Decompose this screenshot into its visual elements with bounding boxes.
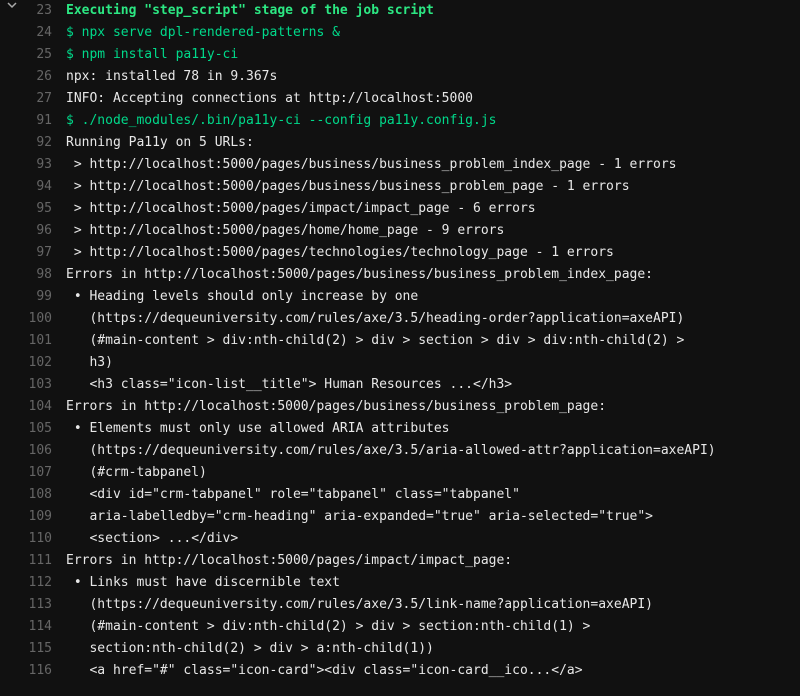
log-line: 113 (https://dequeuniversity.com/rules/a…	[0, 594, 800, 616]
line-content: > http://localhost:5000/pages/home/home_…	[66, 220, 800, 242]
line-number: 107	[24, 462, 66, 484]
line-number: 96	[24, 220, 66, 242]
line-number: 109	[24, 506, 66, 528]
line-content: > http://localhost:5000/pages/business/b…	[66, 154, 800, 176]
line-number: 113	[24, 594, 66, 616]
line-content: Running Pa11y on 5 URLs:	[66, 132, 800, 154]
line-number: 114	[24, 616, 66, 638]
log-line: 105 • Elements must only use allowed ARI…	[0, 418, 800, 440]
log-line: 116 <a href="#" class="icon-card"><div c…	[0, 660, 800, 682]
line-content: > http://localhost:5000/pages/technologi…	[66, 242, 800, 264]
line-number: 105	[24, 418, 66, 440]
log-line: 115 section:nth-child(2) > div > a:nth-c…	[0, 638, 800, 660]
line-content: • Elements must only use allowed ARIA at…	[66, 418, 800, 440]
line-content: (https://dequeuniversity.com/rules/axe/3…	[66, 440, 800, 462]
chevron-down-icon[interactable]	[0, 0, 24, 10]
log-line: 110 <section> ...</div>	[0, 528, 800, 550]
line-number: 116	[24, 660, 66, 682]
line-content: h3)	[66, 352, 800, 374]
log-line: 108 <div id="crm-tabpanel" role="tabpane…	[0, 484, 800, 506]
line-number: 115	[24, 638, 66, 660]
line-content: Errors in http://localhost:5000/pages/bu…	[66, 264, 800, 286]
line-number: 26	[24, 66, 66, 88]
log-line: 100 (https://dequeuniversity.com/rules/a…	[0, 308, 800, 330]
line-content: <div id="crm-tabpanel" role="tabpanel" c…	[66, 484, 800, 506]
line-number: 103	[24, 374, 66, 396]
line-content: npx: installed 78 in 9.367s	[66, 66, 800, 88]
line-content: • Heading levels should only increase by…	[66, 286, 800, 308]
log-line: 94 > http://localhost:5000/pages/busines…	[0, 176, 800, 198]
log-line: 91$ ./node_modules/.bin/pa11y-ci --confi…	[0, 110, 800, 132]
line-content: > http://localhost:5000/pages/business/b…	[66, 176, 800, 198]
log-line: 92Running Pa11y on 5 URLs:	[0, 132, 800, 154]
log-line: 24$ npx serve dpl-rendered-patterns &	[0, 22, 800, 44]
log-output[interactable]: 23Executing "step_script" stage of the j…	[0, 0, 800, 682]
line-content: Errors in http://localhost:5000/pages/bu…	[66, 396, 800, 418]
line-content: INFO: Accepting connections at http://lo…	[66, 88, 800, 110]
line-content: (https://dequeuniversity.com/rules/axe/3…	[66, 594, 800, 616]
line-number: 23	[24, 0, 66, 22]
log-line: 107 (#crm-tabpanel)	[0, 462, 800, 484]
line-content: <h3 class="icon-list__title"> Human Reso…	[66, 374, 800, 396]
line-number: 94	[24, 176, 66, 198]
line-content: Executing "step_script" stage of the job…	[66, 0, 800, 22]
log-line: 102 h3)	[0, 352, 800, 374]
log-line: 112 • Links must have discernible text	[0, 572, 800, 594]
line-number: 25	[24, 44, 66, 66]
line-content: aria-labelledby="crm-heading" aria-expan…	[66, 506, 800, 528]
line-number: 91	[24, 110, 66, 132]
log-line: 101 (#main-content > div:nth-child(2) > …	[0, 330, 800, 352]
log-line: 96 > http://localhost:5000/pages/home/ho…	[0, 220, 800, 242]
log-line: 106 (https://dequeuniversity.com/rules/a…	[0, 440, 800, 462]
line-content: $ npx serve dpl-rendered-patterns &	[66, 22, 800, 44]
log-line: 23Executing "step_script" stage of the j…	[0, 0, 800, 22]
line-number: 111	[24, 550, 66, 572]
line-number: 100	[24, 308, 66, 330]
log-line: 99 • Heading levels should only increase…	[0, 286, 800, 308]
line-number: 27	[24, 88, 66, 110]
log-line: 104Errors in http://localhost:5000/pages…	[0, 396, 800, 418]
line-number: 108	[24, 484, 66, 506]
log-line: 25$ npm install pa11y-ci	[0, 44, 800, 66]
log-line: 103 <h3 class="icon-list__title"> Human …	[0, 374, 800, 396]
line-number: 110	[24, 528, 66, 550]
line-number: 98	[24, 264, 66, 286]
line-content: (#main-content > div:nth-child(2) > div …	[66, 330, 800, 352]
log-line: 114 (#main-content > div:nth-child(2) > …	[0, 616, 800, 638]
line-content: section:nth-child(2) > div > a:nth-child…	[66, 638, 800, 660]
log-line: 93 > http://localhost:5000/pages/busines…	[0, 154, 800, 176]
line-number: 93	[24, 154, 66, 176]
line-content: (https://dequeuniversity.com/rules/axe/3…	[66, 308, 800, 330]
log-line: 26npx: installed 78 in 9.367s	[0, 66, 800, 88]
line-number: 106	[24, 440, 66, 462]
line-number: 95	[24, 198, 66, 220]
line-content: Errors in http://localhost:5000/pages/im…	[66, 550, 800, 572]
line-content: $ npm install pa11y-ci	[66, 44, 800, 66]
line-content: (#crm-tabpanel)	[66, 462, 800, 484]
line-content: > http://localhost:5000/pages/impact/imp…	[66, 198, 800, 220]
line-number: 99	[24, 286, 66, 308]
line-number: 24	[24, 22, 66, 44]
line-number: 92	[24, 132, 66, 154]
log-line: 95 > http://localhost:5000/pages/impact/…	[0, 198, 800, 220]
line-content: <a href="#" class="icon-card"><div class…	[66, 660, 800, 682]
line-number: 104	[24, 396, 66, 418]
line-content: (#main-content > div:nth-child(2) > div …	[66, 616, 800, 638]
log-line: 27INFO: Accepting connections at http://…	[0, 88, 800, 110]
line-number: 97	[24, 242, 66, 264]
log-line: 97 > http://localhost:5000/pages/technol…	[0, 242, 800, 264]
line-number: 112	[24, 572, 66, 594]
line-number: 101	[24, 330, 66, 352]
line-content: <section> ...</div>	[66, 528, 800, 550]
log-line: 111Errors in http://localhost:5000/pages…	[0, 550, 800, 572]
line-content: $ ./node_modules/.bin/pa11y-ci --config …	[66, 110, 800, 132]
line-content: • Links must have discernible text	[66, 572, 800, 594]
log-line: 98Errors in http://localhost:5000/pages/…	[0, 264, 800, 286]
line-number: 102	[24, 352, 66, 374]
log-line: 109 aria-labelledby="crm-heading" aria-e…	[0, 506, 800, 528]
